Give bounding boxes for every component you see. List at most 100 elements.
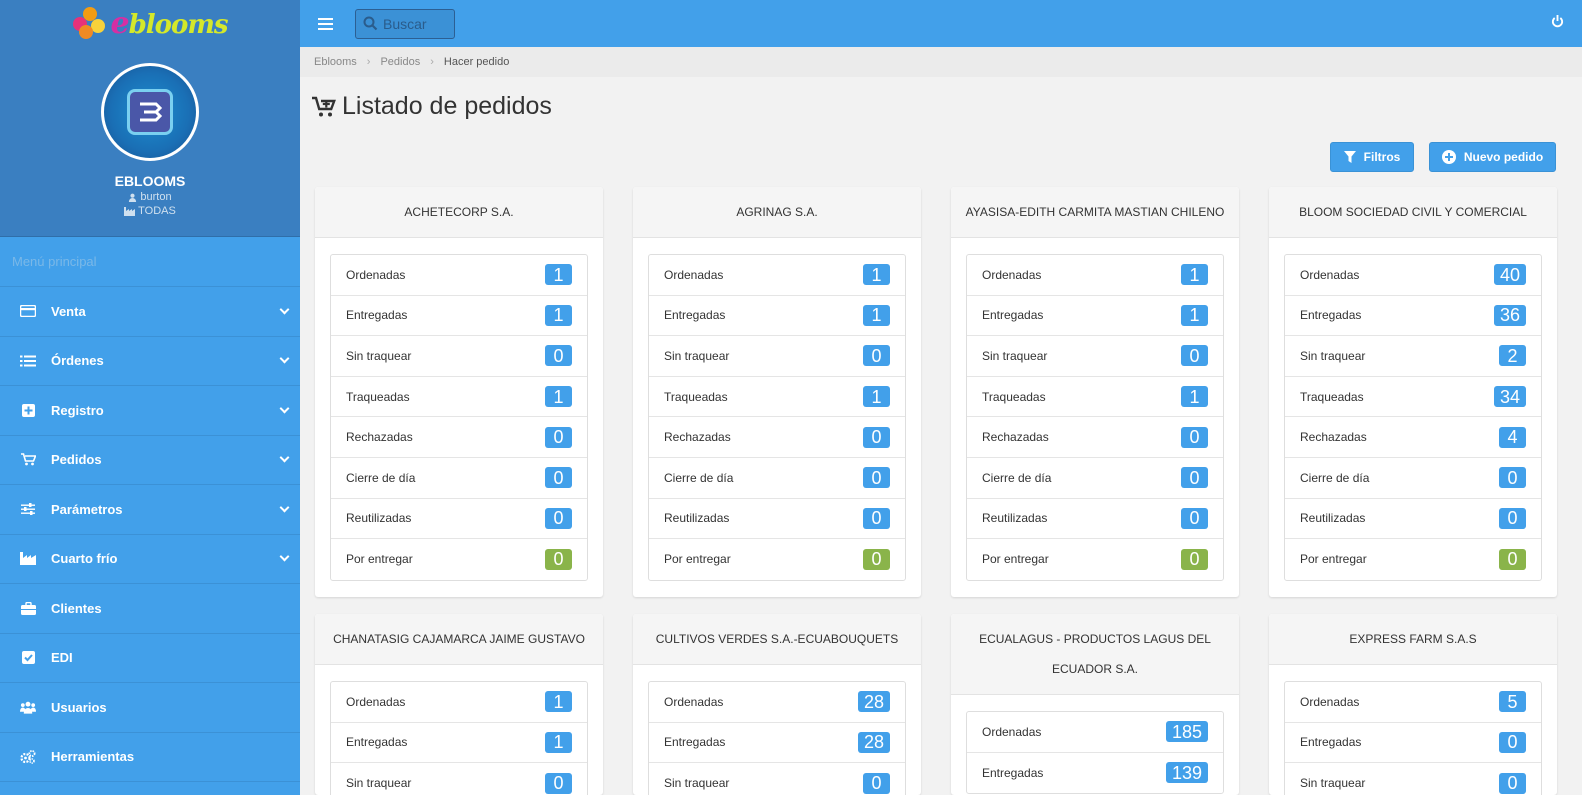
stat-row[interactable]: Traqueadas 1 bbox=[649, 377, 905, 418]
count-badge: 0 bbox=[1181, 345, 1208, 367]
stat-row[interactable]: Cierre de día 0 bbox=[1285, 458, 1541, 499]
stat-row[interactable]: Rechazadas 0 bbox=[649, 417, 905, 458]
card-body: Ordenadas 28 Entregadas 28 Sin traquear 0 bbox=[633, 665, 921, 795]
search-box[interactable] bbox=[355, 8, 455, 39]
menu-toggle-icon[interactable] bbox=[318, 17, 333, 30]
count-badge: 0 bbox=[863, 426, 890, 448]
breadcrumb: Eblooms › Pedidos › Hacer pedido bbox=[300, 47, 1582, 77]
sidebar-item-cuarto-frio[interactable]: Cuarto frío bbox=[0, 535, 300, 584]
stat-row[interactable]: Ordenadas 1 bbox=[331, 255, 587, 296]
sidebar-item-parametros[interactable]: Parámetros bbox=[0, 485, 300, 535]
stat-row[interactable]: Ordenadas 5 bbox=[1285, 682, 1541, 723]
stat-row[interactable]: Entregadas 1 bbox=[331, 723, 587, 764]
count-badge: 0 bbox=[1499, 507, 1526, 529]
stat-row[interactable]: Entregadas 1 bbox=[649, 296, 905, 337]
count-badge: 0 bbox=[1499, 772, 1526, 794]
chevron-down-icon bbox=[279, 353, 290, 364]
stat-list: Ordenadas 5 Entregadas 0 Sin traquear 0 bbox=[1284, 681, 1542, 795]
breadcrumb-item-eblooms[interactable]: Eblooms bbox=[314, 56, 357, 68]
stat-row[interactable]: Ordenadas 40 bbox=[1285, 255, 1541, 296]
sidebar-item-clientes[interactable]: Clientes bbox=[0, 584, 300, 634]
chevron-down-icon bbox=[279, 403, 290, 414]
sidebar-item-ordenes[interactable]: Órdenes bbox=[0, 337, 300, 386]
stat-row[interactable]: Reutilizadas 0 bbox=[1285, 499, 1541, 540]
stat-row[interactable]: Entregadas 1 bbox=[967, 296, 1223, 337]
farm-card: EXPRESS FARM S.A.S Ordenadas 5 Entregadas… bbox=[1269, 614, 1557, 795]
filters-button[interactable]: Filtros bbox=[1330, 142, 1414, 172]
stat-row[interactable]: Ordenadas 28 bbox=[649, 682, 905, 723]
stat-row[interactable]: Rechazadas 0 bbox=[331, 417, 587, 458]
credit-card-icon bbox=[20, 304, 36, 318]
stat-row[interactable]: Ordenadas 185 bbox=[967, 712, 1223, 753]
stat-row[interactable]: Sin traquear 0 bbox=[649, 336, 905, 377]
stat-row[interactable]: Rechazadas 4 bbox=[1285, 417, 1541, 458]
stat-row[interactable]: Cierre de día 0 bbox=[967, 458, 1223, 499]
stat-row[interactable]: Entregadas 139 bbox=[967, 753, 1223, 794]
stat-row[interactable]: Entregadas 28 bbox=[649, 723, 905, 764]
stat-row[interactable]: Cierre de día 0 bbox=[649, 458, 905, 499]
sidebar: eblooms EBLOOMS burton TODAS Menú princi… bbox=[0, 0, 300, 795]
stat-row[interactable]: Ordenadas 1 bbox=[331, 682, 587, 723]
stat-row[interactable]: Reutilizadas 0 bbox=[649, 499, 905, 540]
count-badge: 1 bbox=[1181, 386, 1208, 408]
search-input[interactable] bbox=[383, 15, 453, 32]
stat-row[interactable]: Traqueadas 34 bbox=[1285, 377, 1541, 418]
count-badge: 1 bbox=[545, 304, 572, 326]
sidebar-item-herramientas[interactable]: Herramientas bbox=[0, 733, 300, 782]
count-badge: 1 bbox=[545, 691, 572, 713]
farm-card: CHANATASIG CAJAMARCA JAIME GUSTAVO Orden… bbox=[315, 614, 603, 795]
stat-row[interactable]: Reutilizadas 0 bbox=[331, 499, 587, 540]
stat-list: Ordenadas 1 Entregadas 1 Sin traquear 0 Tra… bbox=[966, 254, 1224, 581]
power-icon[interactable] bbox=[1551, 15, 1564, 28]
count-badge: 0 bbox=[863, 507, 890, 529]
stat-row[interactable]: Traqueadas 1 bbox=[967, 377, 1223, 418]
count-badge: 5 bbox=[1499, 691, 1526, 713]
stat-list: Ordenadas 28 Entregadas 28 Sin traquear 0 bbox=[648, 681, 906, 795]
stat-row[interactable]: Entregadas 36 bbox=[1285, 296, 1541, 337]
avatar[interactable] bbox=[101, 63, 199, 161]
stat-row[interactable]: Sin traquear 0 bbox=[649, 763, 905, 795]
stat-row[interactable]: Ordenadas 1 bbox=[967, 255, 1223, 296]
breadcrumb-item-pedidos[interactable]: Pedidos bbox=[380, 56, 420, 68]
sidebar-item-edi[interactable]: EDI bbox=[0, 634, 300, 683]
stat-row[interactable]: Por entregar 0 bbox=[1285, 539, 1541, 580]
count-badge: 1 bbox=[545, 731, 572, 753]
logo-bar: eblooms bbox=[0, 0, 300, 47]
cogs-icon bbox=[20, 749, 36, 764]
sidebar-item-usuarios[interactable]: Usuarios bbox=[0, 683, 300, 733]
new-order-button[interactable]: Nuevo pedido bbox=[1429, 142, 1556, 172]
stat-row[interactable]: Sin traquear 0 bbox=[1285, 763, 1541, 795]
chevron-down-icon bbox=[279, 551, 290, 562]
stat-row[interactable]: Sin traquear 0 bbox=[331, 336, 587, 377]
stat-row[interactable]: Cierre de día 0 bbox=[331, 458, 587, 499]
sidebar-item-registro[interactable]: Registro bbox=[0, 386, 300, 436]
card-body: Ordenadas 1 Entregadas 1 Sin traquear 0 Tra… bbox=[315, 238, 603, 597]
brand-logo[interactable]: eblooms bbox=[72, 6, 228, 41]
profile-user: burton bbox=[128, 191, 172, 203]
breadcrumb-item-current: Hacer pedido bbox=[443, 56, 510, 68]
count-badge: 0 bbox=[863, 345, 890, 367]
sidebar-item-venta[interactable]: Venta bbox=[0, 287, 300, 337]
card-body: Ordenadas 1 Entregadas 1 Sin traquear 0 bbox=[315, 665, 603, 795]
sidebar-item-pedidos[interactable]: Pedidos bbox=[0, 436, 300, 485]
stat-row[interactable]: Sin traquear 0 bbox=[967, 336, 1223, 377]
stat-list: Ordenadas 1 Entregadas 1 Sin traquear 0 Tra… bbox=[330, 254, 588, 581]
count-badge: 0 bbox=[545, 467, 572, 489]
stat-row[interactable]: Por entregar 0 bbox=[331, 539, 587, 580]
count-badge: 1 bbox=[1181, 264, 1208, 286]
plus-circle-icon bbox=[1441, 150, 1456, 164]
stat-row[interactable]: Por entregar 0 bbox=[649, 539, 905, 580]
stat-row[interactable]: Reutilizadas 0 bbox=[967, 499, 1223, 540]
stat-row[interactable]: Ordenadas 1 bbox=[649, 255, 905, 296]
stat-row[interactable]: Entregadas 0 bbox=[1285, 723, 1541, 764]
stat-row[interactable]: Por entregar 0 bbox=[967, 539, 1223, 580]
stat-row[interactable]: Rechazadas 0 bbox=[967, 417, 1223, 458]
stat-row[interactable]: Sin traquear 0 bbox=[331, 763, 587, 795]
sliders-icon bbox=[20, 502, 36, 516]
count-badge: 0 bbox=[1181, 426, 1208, 448]
stat-list: Ordenadas 1 Entregadas 1 Sin traquear 0 bbox=[330, 681, 588, 795]
stat-row[interactable]: Sin traquear 2 bbox=[1285, 336, 1541, 377]
stat-row[interactable]: Traqueadas 1 bbox=[331, 377, 587, 418]
farm-card: ACHETECORP S.A. Ordenadas 1 Entregadas 1 S… bbox=[315, 187, 603, 597]
stat-row[interactable]: Entregadas 1 bbox=[331, 296, 587, 337]
